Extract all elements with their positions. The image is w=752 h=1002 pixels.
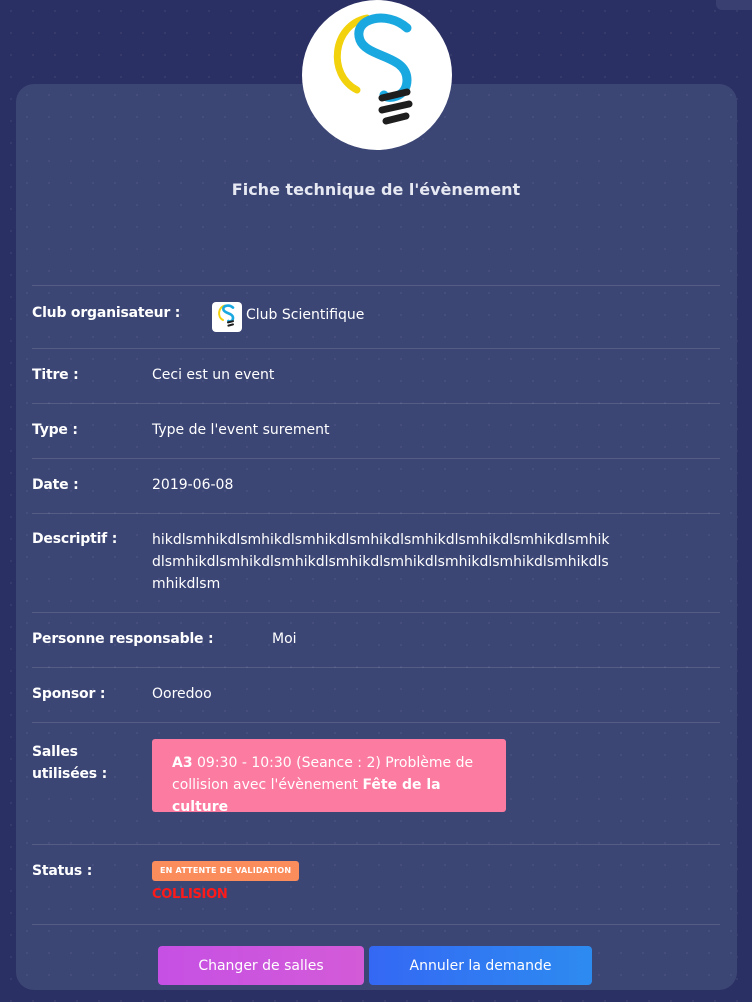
descriptif-row: Descriptif : hikdlsmhikdlsmhikdlsmhikdls…	[32, 529, 720, 599]
page-title: Fiche technique de l'évènement	[231, 180, 521, 199]
divider	[32, 348, 720, 349]
club-name: Club Scientifique	[246, 307, 365, 323]
responsable-value: Moi	[272, 631, 297, 647]
club-logo-large	[302, 0, 452, 150]
divider	[32, 612, 720, 613]
lightbulb-logo-icon	[333, 13, 413, 125]
date-value: 2019-06-08	[152, 477, 234, 493]
divider	[32, 667, 720, 668]
divider	[32, 513, 720, 514]
status-row: Status : EN ATTENTE DE VALIDATION COLLIS…	[32, 861, 720, 911]
sponsor-value: Ooredoo	[152, 686, 212, 702]
collision-text: COLLISION	[152, 887, 228, 902]
divider	[32, 924, 720, 925]
club-row: Club organisateur : Club Scientifique	[32, 302, 720, 332]
date-label: Date :	[32, 477, 79, 493]
type-label: Type :	[32, 422, 78, 438]
divider	[32, 285, 720, 286]
collision-alert: A3 09:30 - 10:30 (Seance : 2) Problème d…	[152, 739, 506, 815]
lightbulb-logo-icon	[218, 304, 235, 327]
divider	[32, 844, 720, 845]
divider	[32, 403, 720, 404]
type-row: Type : Type de l'event surement	[32, 422, 720, 442]
change-rooms-button[interactable]: Changer de salles	[158, 946, 364, 985]
divider	[32, 458, 720, 459]
salles-label-line2: utilisées :	[32, 766, 107, 782]
room-name: A3	[172, 755, 193, 771]
date-row: Date : 2019-06-08	[32, 477, 720, 497]
descriptif-label: Descriptif :	[32, 531, 118, 547]
responsable-row: Personne responsable : Moi	[32, 631, 720, 651]
sponsor-row: Sponsor : Ooredoo	[32, 686, 720, 706]
titre-row: Titre : Ceci est un event	[32, 367, 720, 387]
responsable-label: Personne responsable :	[32, 631, 214, 647]
descriptif-value: hikdlsmhikdlsmhikdlsmhikdlsmhikdlsmhikdl…	[152, 532, 610, 592]
top-corner-tab	[716, 0, 752, 10]
sponsor-label: Sponsor :	[32, 686, 106, 702]
status-badge: EN ATTENTE DE VALIDATION	[152, 861, 300, 881]
titre-label: Titre :	[32, 367, 79, 383]
club-avatar	[212, 302, 242, 332]
cancel-request-button[interactable]: Annuler la demande	[369, 946, 592, 985]
club-label: Club organisateur :	[32, 305, 181, 321]
salles-row: Salles utilisées : A3 09:30 - 10:30 (Sea…	[32, 739, 720, 819]
status-label: Status :	[32, 863, 93, 879]
titre-value: Ceci est un event	[152, 367, 275, 383]
salles-label: Salles utilisées :	[32, 741, 107, 785]
divider	[32, 722, 720, 723]
salles-label-line1: Salles	[32, 744, 78, 760]
type-value: Type de l'event surement	[152, 422, 330, 438]
